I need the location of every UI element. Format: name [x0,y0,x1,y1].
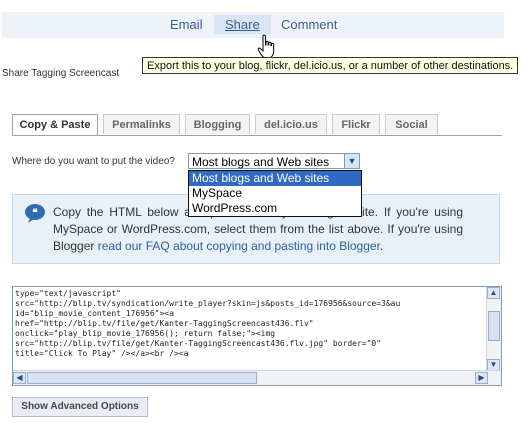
tab-blogging[interactable]: Blogging [185,114,250,134]
speech-bubble-icon: ❝ [25,204,45,223]
destination-dropdown-list: Most blogs and Web sites MySpace WordPre… [188,170,362,217]
horizontal-scroll-thumb[interactable] [27,372,257,384]
svg-text:❝: ❝ [32,208,38,219]
tab-flickr[interactable]: Flickr [332,114,380,134]
horizontal-scrollbar[interactable]: ◀ ▶ [13,370,501,385]
page-title: Share Tagging Screencast [2,68,120,79]
share-link[interactable]: Share [214,15,271,34]
vertical-scroll-thumb[interactable] [488,311,500,341]
scroll-up-icon[interactable]: ▲ [487,287,500,299]
blogger-faq-link[interactable]: read our FAQ about copying and pasting i… [98,239,380,253]
instructions-tail: . [379,239,384,253]
show-advanced-options-button[interactable]: Show Advanced Options [12,397,148,417]
tab-delicious[interactable]: del.icio.us [255,114,327,134]
option-wordpress[interactable]: WordPress.com [189,201,361,216]
tab-copy-paste[interactable]: Copy & Paste [12,114,98,136]
tab-permalinks[interactable]: Permalinks [103,114,180,134]
tab-social[interactable]: Social [385,114,438,134]
scroll-right-icon[interactable]: ▶ [475,372,488,384]
option-myspace[interactable]: MySpace [189,186,361,201]
chevron-down-icon[interactable]: ▼ [344,154,359,168]
comment-link[interactable]: Comment [281,17,337,32]
destination-select[interactable]: Most blogs and Web sites ▼ [188,153,360,169]
tab-divider [12,135,502,136]
embed-code[interactable]: type="text/javascript" src="http://blip.… [15,289,485,359]
destination-question: Where do you want to put the video? [12,156,175,167]
scroll-left-icon[interactable]: ◀ [13,372,26,384]
option-most-blogs[interactable]: Most blogs and Web sites [189,171,361,186]
embed-code-textarea[interactable]: type="text/javascript" src="http://blip.… [12,286,502,386]
destination-select-value: Most blogs and Web sites [192,155,330,169]
email-link[interactable]: Email [170,17,203,32]
vertical-scrollbar[interactable]: ▲ ▼ [486,287,501,371]
share-tooltip: Export this to your blog, flickr, del.ic… [142,57,518,74]
